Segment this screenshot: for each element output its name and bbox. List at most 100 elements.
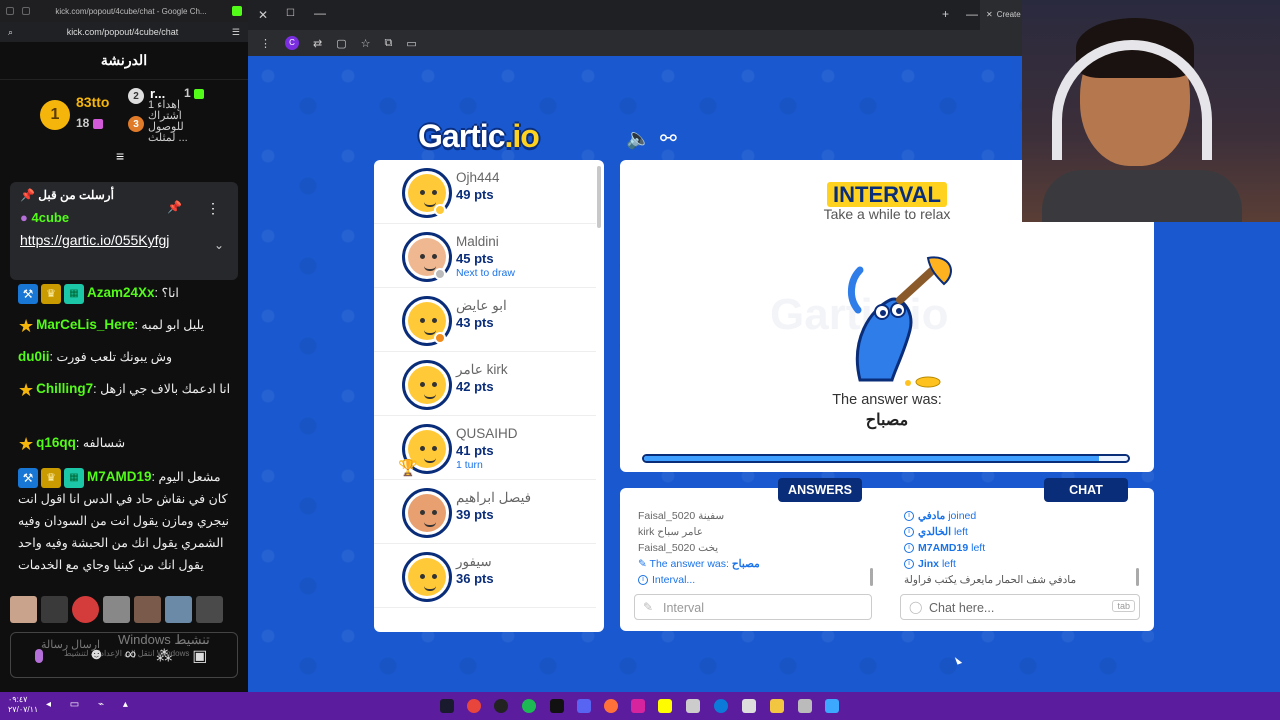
infinity-icon[interactable]: ∞ <box>125 646 136 666</box>
pin-icon[interactable]: 📌 <box>167 200 182 214</box>
gartic-game: Gartic.io 🔈 ⚯ Ojh444 49 pts Maldini 45 p… <box>248 56 1154 692</box>
info-icon: i <box>904 543 914 554</box>
interval-progress-bar <box>642 454 1130 463</box>
chat-username[interactable]: M7AMD19 <box>87 469 152 484</box>
system-tray[interactable]: ◂ ▭ ⌁ ▴ <box>46 699 136 710</box>
edge-icon[interactable] <box>714 699 728 713</box>
chat-window-titlebar: kick.com/popout/4cube/chat - Google Ch..… <box>0 0 248 22</box>
emoji-icon[interactable]: ☻ <box>88 646 105 666</box>
chat-address-bar[interactable]: ⌕ kick.com/popout/4cube/chat ☰ <box>0 22 248 42</box>
cast-icon[interactable]: ▭ <box>406 37 416 50</box>
answers-tab[interactable]: ANSWERS <box>778 478 862 502</box>
chat-input-actions: ☻ ∞ ⁂ ▣ <box>88 646 207 666</box>
minimize-icon[interactable]: — <box>966 7 978 21</box>
emote-icon[interactable] <box>72 596 99 623</box>
browser-toolbar: ⋮ C ⇄ ▢ ☆ ⧉ ▭ <box>248 30 1022 56</box>
pinned-user[interactable]: ● 4cube <box>20 210 228 225</box>
pinned-link[interactable]: https://gartic.io/055Kyfgj <box>20 230 198 250</box>
player-points: 36 pts <box>456 571 494 586</box>
window-maximize-icon[interactable] <box>22 7 30 15</box>
close-icon[interactable]: ✕ <box>986 10 993 19</box>
status-dot <box>434 204 446 216</box>
windows-start-icon[interactable] <box>825 699 839 713</box>
snapchat-icon[interactable] <box>658 699 672 713</box>
player-row[interactable]: ابو عايض 43 pts <box>374 288 596 352</box>
menu-icon[interactable]: ⋮ <box>260 37 271 50</box>
player-name: Ojh444 <box>456 170 500 185</box>
player-row[interactable]: Ojh444 49 pts <box>374 160 596 224</box>
more-options-icon[interactable]: ⋮ <box>206 200 220 217</box>
extensions-icon[interactable]: ⧉ <box>385 37 393 50</box>
player-row[interactable]: Maldini 45 pts Next to draw <box>374 224 596 288</box>
new-tab-icon[interactable]: + <box>942 7 949 21</box>
steam-icon[interactable] <box>440 699 454 713</box>
chat-input[interactable]: ◯ Chat here... tab <box>900 594 1140 620</box>
emote-icon[interactable] <box>41 596 68 623</box>
player-row[interactable]: عامر kirk 42 pts <box>374 352 596 416</box>
player-name: سيفور <box>456 554 492 569</box>
clapper-icon[interactable] <box>742 699 756 713</box>
store-icon[interactable]: ▣ <box>192 646 207 666</box>
browser-tab-create[interactable]: ✕Create R <box>980 0 1022 30</box>
screenshot-icon[interactable]: ▢ <box>336 37 346 50</box>
translate-icon[interactable]: ⇄ <box>313 37 322 50</box>
speaker-icon[interactable]: 🔈 <box>626 126 651 151</box>
minimize-icon[interactable]: — <box>314 6 326 20</box>
player-points: 42 pts <box>456 379 494 394</box>
settings-icon[interactable]: ☰ <box>232 27 240 38</box>
answer-entry: Faisal_5020 يخت <box>638 542 719 554</box>
chat-scrollbar[interactable] <box>1136 568 1139 586</box>
chat-message: ⚒ ♛ ▦ Azam24Xx: انا؟ <box>18 282 240 304</box>
close-icon[interactable]: ✕ <box>258 8 268 22</box>
chat-window-tab-title: kick.com/popout/4cube/chat - Google Ch..… <box>55 6 207 16</box>
instagram-icon[interactable] <box>631 699 645 713</box>
chat-username[interactable]: Chilling7 <box>36 381 93 396</box>
chrome-icon[interactable] <box>467 699 481 713</box>
emote-icon[interactable] <box>165 596 192 623</box>
emote-icon[interactable] <box>103 596 130 623</box>
extension-icon[interactable]: C <box>285 36 299 50</box>
window-minimize-icon[interactable] <box>6 7 14 15</box>
restore-icon[interactable]: ☐ <box>286 8 295 19</box>
player-row[interactable]: 🏆 QUSAIHD 41 pts 1 turn <box>374 416 596 480</box>
player-row[interactable]: فيصل ابراهيم 39 pts <box>374 480 596 544</box>
bookmark-star-icon[interactable]: ☆ <box>361 37 371 50</box>
player-name: فيصل ابراهيم <box>456 490 532 505</box>
app-icon[interactable] <box>686 699 700 713</box>
emote-icon[interactable] <box>196 596 223 623</box>
answer-entry: kirk عامر سباح <box>638 526 704 538</box>
app-icon[interactable] <box>798 699 812 713</box>
firefox-icon[interactable] <box>604 699 618 713</box>
players-scrollbar[interactable] <box>597 166 601 228</box>
star-badge-icon: ★ <box>18 315 35 336</box>
obs-icon[interactable] <box>494 699 508 713</box>
share-icon[interactable]: ⚯ <box>660 126 677 151</box>
chat-username[interactable]: du0ii <box>18 349 50 364</box>
answer-word: مصباح <box>865 412 909 429</box>
interval-line: i Interval... <box>638 574 695 586</box>
chat-username[interactable]: q16qq <box>36 435 76 450</box>
chat-username[interactable]: MarCeLis_Here <box>36 317 134 332</box>
taskbar-clock[interactable]: ٠٩:٤٧ ٢٧/٠٧/١١ <box>8 695 38 715</box>
chevron-down-icon[interactable]: ⌄ <box>214 238 224 252</box>
chat-message: ★ q16qq: شسالفه <box>18 433 126 454</box>
mascot-illustration <box>848 256 952 388</box>
users-icon[interactable]: ⁂ <box>156 646 172 666</box>
player-row[interactable]: سيفور 36 pts <box>374 544 596 608</box>
answers-scrollbar[interactable] <box>870 568 873 586</box>
rank-2-medal: 2 <box>128 88 144 104</box>
emote-icon[interactable] <box>10 596 37 623</box>
chat-tab[interactable]: CHAT <box>1044 478 1128 502</box>
answer-input[interactable]: ✎ Interval <box>634 594 872 620</box>
rank-2-count: 1 <box>184 86 205 100</box>
folder-icon[interactable] <box>770 699 784 713</box>
player-points: 43 pts <box>456 315 494 330</box>
chat-username[interactable]: Azam24Xx <box>87 285 155 300</box>
info-icon: i <box>904 559 914 570</box>
rank-1-name[interactable]: 83tto <box>76 94 109 110</box>
collapse-icon[interactable]: ≡ <box>116 148 124 164</box>
spotify-icon[interactable] <box>522 699 536 713</box>
emote-icon[interactable] <box>134 596 161 623</box>
discord-icon[interactable] <box>577 699 591 713</box>
kick-icon[interactable] <box>550 699 564 713</box>
